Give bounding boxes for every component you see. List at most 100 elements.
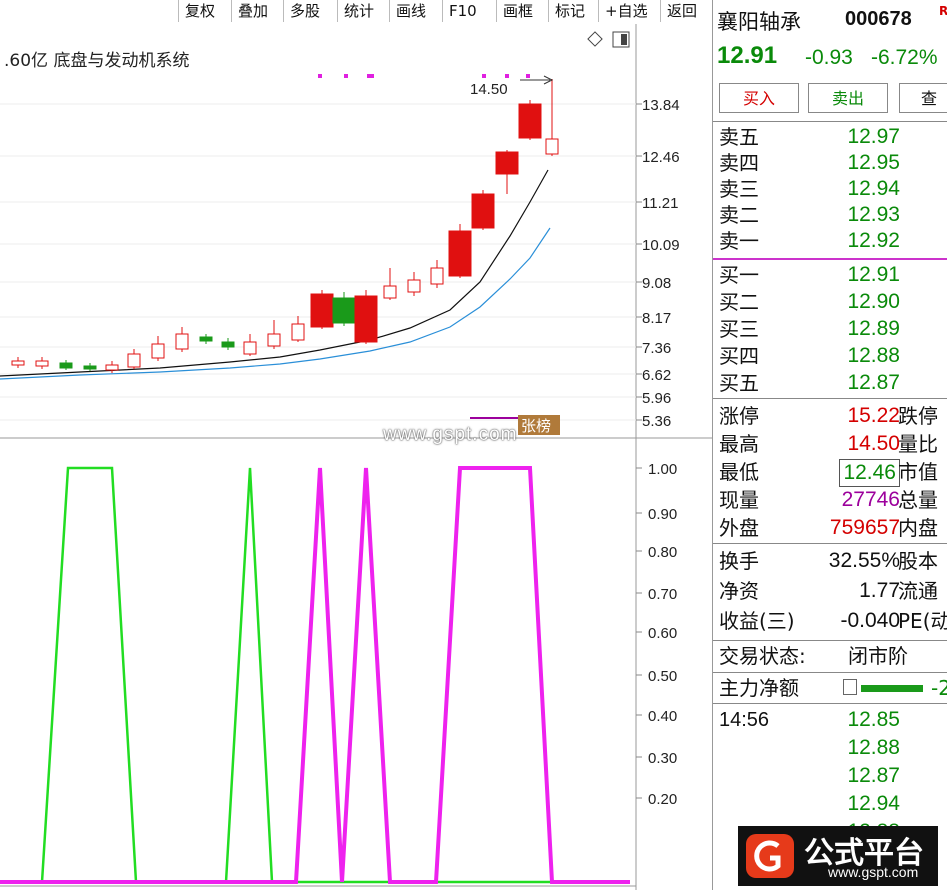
row-label: 买五 [719,371,759,395]
toolbar-button[interactable]: 多股 [283,0,337,22]
row-price: 12.88 [847,344,900,367]
candlestick [495,151,519,175]
row-label: 买三 [719,317,759,341]
indicator-axis-label: 0.60 [648,625,677,642]
stat-row: 最高 14.50 量比 [713,431,947,457]
row-price: 12.90 [847,290,900,313]
stat-label-cut: 量比 [898,432,938,456]
stat-label-cut: 总量 [898,488,938,512]
tick-time: 14:56 [719,709,770,731]
orderbook-row: 买五 12.87 [713,370,947,396]
indicator-axis-label: 0.70 [648,586,677,603]
price-axis-label: 7.36 [642,340,671,357]
candlestick [354,295,378,343]
toolbar-button[interactable]: 叠加 [231,0,283,22]
stat-label-cut: 市值 [898,460,938,484]
main-net-row: 主力净额 -2 [719,676,947,700]
stat-value: 759657 [829,516,900,539]
chart-area: 13.84 12.46 11.21 10.09 9.08 8.17 7.36 6.62 5.96… [0,24,712,890]
chart-canvas: 13.84 12.46 11.21 10.09 9.08 8.17 7.36 6.62 5.96… [0,24,712,890]
candlestick [471,193,495,229]
fundamental-label-cut: PE(动 [898,609,947,633]
toolbar-button[interactable]: 画框 [496,0,548,22]
candlestick [59,362,73,369]
candlestick [267,333,281,347]
brand-url: www.gspt.com [828,864,919,880]
tick-row: 14:56 12.85 [713,707,947,733]
candlestick [221,341,235,348]
candlestick [310,293,334,328]
row-label: 卖二 [719,203,759,227]
row-price: 12.93 [847,203,900,226]
row-label: 卖一 [719,229,759,253]
quote-panel: 襄阳轴承 000678 R 12.91 -0.93 -6.72% 买入 卖出 查… [712,0,947,890]
candlestick [175,333,189,350]
fundamental-label-cut: 股本 [898,549,938,573]
query-button[interactable]: 查 [899,83,947,113]
row-price: 12.97 [847,125,900,148]
price-change: -0.93 [805,46,853,69]
main-net-bar [861,685,923,692]
row-price: 12.94 [847,177,900,200]
indicator-axis-label: 0.20 [648,791,677,808]
price-axis-label: 5.36 [642,413,671,430]
stat-row: 外盘 759657 内盘 [713,515,947,541]
stat-value: 12.46 [839,459,900,487]
candlestick [332,297,356,324]
candlestick [35,360,49,367]
orderbook-row: 卖五 12.97 [713,124,947,150]
r-tag: R [939,4,947,18]
stat-label: 外盘 [719,516,759,540]
toolbar-button[interactable]: +自选 [598,0,660,22]
toolbar-button[interactable]: 复权 [178,0,231,22]
row-label: 卖四 [719,151,759,175]
tick-row: 12.88 [713,735,947,761]
indicator-axis-label: 0.80 [648,544,677,561]
stat-value: 15.22 [847,404,900,427]
signal-dot [370,74,374,78]
indicator-axis-label: 0.90 [648,506,677,523]
sell-button[interactable]: 卖出 [808,83,888,113]
orderbook-row: 卖二 12.93 [713,202,947,228]
toolbar-button[interactable]: 返回 [660,0,712,22]
list-icon[interactable] [843,679,857,695]
toolbar-button[interactable]: 标记 [548,0,598,22]
indicator-axis-label: 1.00 [648,461,677,478]
candlestick [545,138,559,155]
current-price: 12.91 [717,42,778,69]
candlestick [448,230,472,277]
candlestick [11,360,25,366]
signal-dot [344,74,348,78]
trade-status-row: 交易状态: 闭市阶 [719,644,908,668]
indicator-axis-label: 0.50 [648,668,677,685]
row-price: 12.89 [847,317,900,340]
price-axis-label: 5.96 [642,390,671,407]
tick-price: 12.88 [847,736,900,759]
candlestick [127,353,141,368]
row-price: 12.91 [847,263,900,286]
toolbar-button[interactable]: 统计 [337,0,389,22]
price-axis-label: 10.09 [642,237,680,254]
watermark-text: www.gspt.com [383,424,518,445]
stat-row: 现量 27746 总量 [713,487,947,513]
row-price: 12.95 [847,151,900,174]
price-axis-label: 11.21 [642,195,678,212]
candlestick [518,103,542,139]
row-label: 买四 [719,344,759,368]
chart-toolbar: 复权 叠加 多股 统计 画线 F10 画框 标记 +自选 返回 [0,0,712,25]
fundamental-row: 换手 32.55% 股本 [713,548,947,574]
row-label: 买一 [719,263,759,287]
fundamental-row: 净资 1.77 流通 [713,578,947,604]
candlestick [199,336,213,342]
stat-label-cut: 跌停 [898,404,938,428]
toolbar-button[interactable]: 画线 [389,0,442,22]
fundamental-value: 32.55% [828,549,900,572]
toolbar-button[interactable]: F10 [442,0,496,22]
buy-button[interactable]: 买入 [719,83,799,113]
stat-label-cut: 内盘 [898,516,938,540]
signal-dot [482,74,486,78]
candlestick [151,343,165,359]
stat-row: 涨停 15.22 跌停 [713,403,947,429]
brand-watermark: 公式平台 www.gspt.com [738,826,938,886]
svg-text:张榜: 张榜 [521,417,551,435]
